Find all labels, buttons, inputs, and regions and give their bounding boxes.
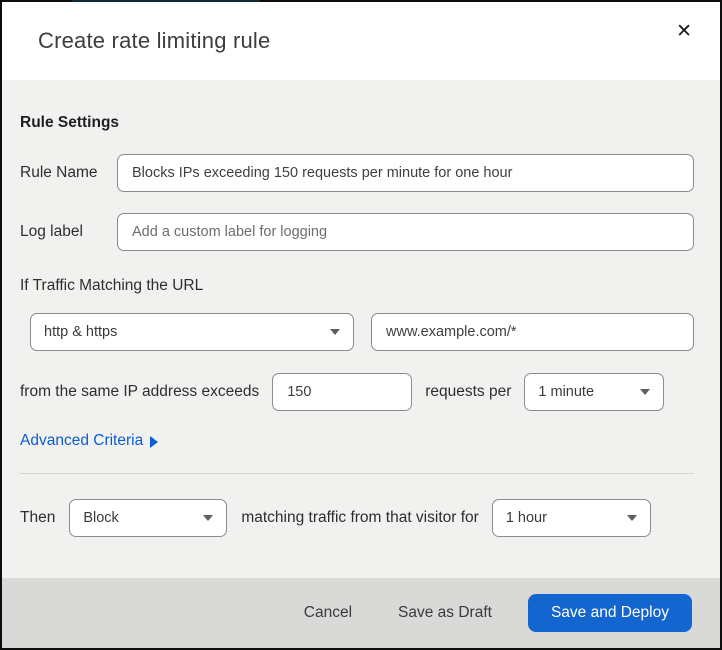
then-action-row: Then Block matching traffic from that vi… bbox=[20, 499, 694, 537]
threshold-row: from the same IP address exceeds request… bbox=[20, 373, 694, 411]
action-select[interactable]: Block bbox=[69, 499, 228, 537]
threshold-prefix-text: from the same IP address exceeds bbox=[20, 383, 260, 400]
threshold-middle-text: requests per bbox=[425, 383, 512, 400]
save-as-draft-button[interactable]: Save as Draft bbox=[388, 596, 502, 630]
rule-name-row: Rule Name bbox=[20, 154, 694, 192]
duration-select-value: 1 hour bbox=[505, 510, 547, 526]
dialog-footer: Cancel Save as Draft Save and Deploy bbox=[2, 578, 720, 648]
url-pattern-input[interactable] bbox=[371, 313, 694, 351]
period-select[interactable]: 1 minute bbox=[524, 373, 665, 411]
dialog-body: Rule Settings Rule Name Log label If Tra… bbox=[2, 80, 720, 578]
rule-settings-heading: Rule Settings bbox=[20, 114, 120, 131]
request-count-input[interactable] bbox=[272, 373, 413, 411]
rule-name-label: Rule Name bbox=[20, 164, 98, 181]
create-rate-limiting-rule-dialog: Create rate limiting rule ✕ Rule Setting… bbox=[0, 0, 722, 650]
close-icon[interactable]: ✕ bbox=[672, 18, 696, 45]
advanced-criteria-label: Advanced Criteria bbox=[20, 432, 144, 449]
duration-select[interactable]: 1 hour bbox=[491, 499, 651, 537]
scheme-select-value: http & https bbox=[44, 324, 118, 340]
rule-name-input[interactable] bbox=[117, 154, 694, 192]
chevron-down-icon bbox=[640, 389, 651, 395]
action-select-value: Block bbox=[83, 510, 119, 526]
log-label-input[interactable] bbox=[117, 213, 694, 251]
period-select-value: 1 minute bbox=[538, 384, 595, 400]
traffic-matching-heading: If Traffic Matching the URL bbox=[20, 277, 204, 294]
then-label: Then bbox=[20, 509, 56, 526]
triangle-right-icon bbox=[150, 436, 159, 448]
log-label-row: Log label bbox=[20, 213, 694, 251]
then-middle-text: matching traffic from that visitor for bbox=[241, 509, 479, 526]
chevron-down-icon bbox=[203, 515, 214, 521]
section-divider bbox=[20, 473, 694, 474]
dialog-title: Create rate limiting rule bbox=[38, 28, 271, 53]
chevron-down-icon bbox=[626, 515, 637, 521]
dialog-header: Create rate limiting rule ✕ bbox=[2, 2, 720, 80]
scheme-select[interactable]: http & https bbox=[30, 313, 354, 351]
log-label-label: Log label bbox=[20, 223, 83, 240]
advanced-criteria-link[interactable]: Advanced Criteria bbox=[20, 432, 159, 450]
url-match-row: http & https bbox=[30, 313, 694, 351]
save-and-deploy-button[interactable]: Save and Deploy bbox=[527, 594, 692, 632]
cancel-button[interactable]: Cancel bbox=[294, 596, 362, 630]
chevron-down-icon bbox=[330, 329, 340, 335]
